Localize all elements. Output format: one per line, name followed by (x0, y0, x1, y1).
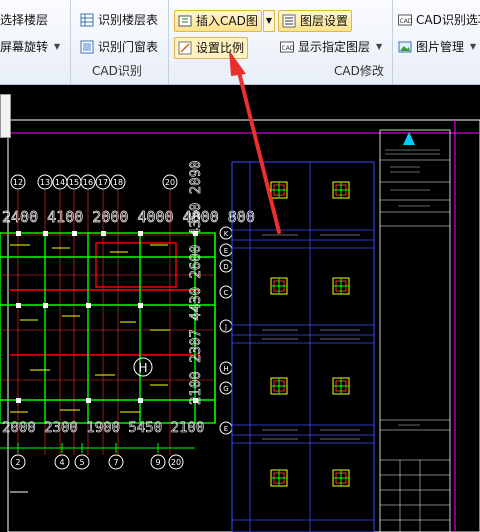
axis-label: 17 (98, 178, 108, 187)
table-text-rows (262, 234, 360, 440)
axis-label: K (224, 230, 229, 238)
cad-layer-icon: CAD (280, 40, 295, 54)
dimension-text-vertical: 2100 2307 4430 2600 4350 2090 (188, 161, 204, 405)
screen-rotate-button[interactable]: 屏幕旋转 ▼ (0, 37, 60, 57)
floor-plan: 12 13 14 15 16 17 18 20 2400 4100 2000 4… (0, 160, 255, 493)
image-icon (398, 40, 412, 54)
red-walls (10, 242, 200, 356)
set-scale-label: 设置比例 (196, 41, 245, 55)
axis-label: C (224, 289, 229, 297)
group-label-cad-modify: CAD修改 (334, 64, 384, 78)
layer-settings-button[interactable]: 图层设置 (278, 10, 353, 32)
set-scale-button[interactable]: 设置比例 (174, 37, 249, 59)
side-panel-tab[interactable] (0, 94, 11, 138)
green-beams (0, 232, 216, 424)
axis-label: 2 (15, 458, 20, 467)
ribbon-separator (168, 0, 169, 84)
axis-label: 9 (155, 458, 160, 467)
group-label-cad-recognition: CAD识别 (92, 64, 142, 78)
cad-drawing-svg: 12 13 14 15 16 17 18 20 2400 4100 2000 4… (0, 119, 480, 532)
axis-label: 15 (69, 178, 79, 187)
recognize-door-window-table-button[interactable]: 识别门窗表 (80, 37, 158, 57)
image-management-button[interactable]: 图片管理 ▼ (398, 37, 476, 57)
yellow-annotations (10, 244, 170, 413)
axis-label: 5 (79, 458, 84, 467)
dimension-text-top: 2400 4100 2000 4000 4800 800 (2, 208, 255, 226)
insert-cad-drawing-label: 插入CAD图 (196, 14, 258, 28)
screen-rotate-label: 屏幕旋转 (0, 40, 49, 54)
door-window-table-icon (80, 40, 94, 54)
select-floor-button[interactable]: 选择楼层 (0, 10, 48, 30)
axis-label: J (224, 323, 227, 331)
dropdown-arrow-icon[interactable]: ▼ (376, 37, 382, 57)
svg-text:CAD: CAD (282, 45, 295, 52)
axis-label: 7 (113, 458, 118, 467)
svg-text:CAD: CAD (400, 18, 413, 25)
cad-recognition-options-label: CAD识别选项 (416, 13, 480, 27)
axis-label: G (223, 385, 228, 393)
insert-cad-icon (178, 14, 192, 28)
company-logo-icon (403, 132, 415, 145)
ribbon-separator (392, 0, 393, 84)
dimension-text-bottom: 2000 2300 1900 5450 2100 (2, 420, 204, 436)
layer-icon (282, 14, 296, 28)
recognize-floor-table-label: 识别楼层表 (98, 13, 159, 27)
axis-label: 13 (40, 178, 50, 187)
axis-top-bubbles (10, 174, 178, 190)
axis-label: 4 (59, 458, 64, 467)
axis-label: 12 (13, 178, 23, 187)
insert-cad-drawing-button[interactable]: 插入CAD图 (174, 10, 262, 32)
title-block (379, 129, 451, 532)
axis-label: E (224, 425, 228, 433)
axis-grid (0, 190, 215, 455)
axis-label: 18 (113, 178, 123, 187)
show-specified-layer-label: 显示指定图层 (298, 40, 371, 54)
select-floor-label: 选择楼层 (0, 13, 49, 27)
axis-label: 14 (55, 178, 65, 187)
axis-label: H (223, 365, 228, 373)
insert-cad-dropdown[interactable]: ▼ (263, 10, 275, 32)
cad-recognition-options-button[interactable]: CAD CAD识别选项 (398, 10, 480, 30)
axis-label: 16 (83, 178, 93, 187)
bottom-dimension-ticks (0, 443, 195, 453)
cad-options-icon: CAD (398, 13, 413, 27)
cad-drawing-canvas[interactable]: 12 13 14 15 16 17 18 20 2400 4100 2000 4… (0, 86, 480, 532)
ribbon-toolbar: 选择楼层 屏幕旋转 ▼ 识别楼层表 识别门窗表 CAD识别 插入CAD图 ▼ 设… (0, 0, 480, 85)
floor-table-icon (80, 13, 94, 27)
image-management-label: 图片管理 (416, 40, 465, 54)
recognize-door-window-table-label: 识别门窗表 (98, 40, 159, 54)
dropdown-arrow-icon[interactable]: ▼ (470, 37, 476, 57)
axis-label: 20 (165, 178, 175, 187)
recognize-floor-table-button[interactable]: 识别楼层表 (80, 10, 158, 30)
layer-settings-label: 图层设置 (300, 14, 349, 28)
show-specified-layer-button[interactable]: CAD 显示指定图层 ▼ (280, 37, 382, 57)
dropdown-arrow-icon[interactable]: ▼ (54, 37, 60, 57)
axis-label: E (224, 247, 228, 255)
scale-icon (178, 41, 192, 55)
axis-label: 20 (171, 458, 181, 467)
section-marker-label: H (138, 361, 147, 375)
axis-label: D (223, 263, 228, 271)
dropdown-arrow-icon: ▼ (265, 16, 273, 25)
ribbon-separator (70, 0, 71, 84)
